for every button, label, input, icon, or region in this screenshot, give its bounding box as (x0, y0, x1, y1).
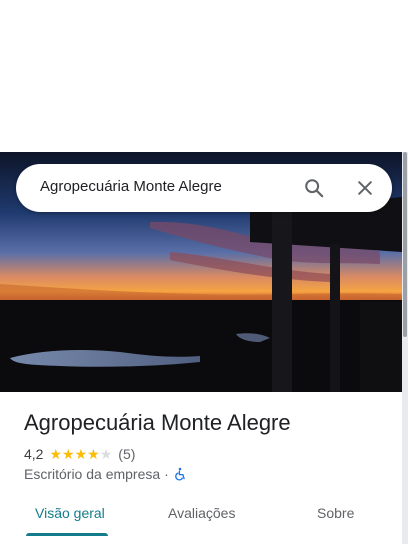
rating-row[interactable]: 4,2 ★ ★ ★ ★ ★ (5) (24, 445, 135, 463)
wheelchair-icon[interactable] (173, 467, 187, 481)
star-rating: ★ ★ ★ ★ ★ (49, 447, 112, 461)
tab-overview[interactable]: Visão geral (35, 505, 105, 521)
star-icon: ★ (49, 446, 63, 462)
tab-reviews[interactable]: Avaliações (168, 505, 235, 521)
rating-value: 4,2 (24, 446, 44, 462)
place-tabs: Visão geral Avaliações Sobre (0, 497, 402, 544)
search-bar[interactable]: Agropecuária Monte Alegre (16, 164, 392, 212)
review-count[interactable]: (5) (118, 446, 135, 462)
search-input[interactable]: Agropecuária Monte Alegre (40, 178, 222, 195)
scrollbar-thumb[interactable] (403, 152, 407, 337)
star-icon: ★ (74, 446, 88, 462)
separator-dot: · (164, 466, 169, 482)
category-row: Escritório da empresa · (24, 465, 187, 483)
search-icon[interactable] (298, 172, 330, 204)
star-icon: ★ (87, 446, 100, 462)
close-icon[interactable] (349, 172, 381, 204)
tab-about[interactable]: Sobre (317, 505, 354, 521)
star-icon: ★ (62, 446, 75, 462)
star-empty-icon: ★ (99, 446, 113, 462)
place-category[interactable]: Escritório da empresa (24, 466, 160, 482)
active-tab-indicator (26, 533, 108, 536)
blank-area (0, 0, 408, 152)
place-title: Agropecuária Monte Alegre (24, 410, 291, 435)
